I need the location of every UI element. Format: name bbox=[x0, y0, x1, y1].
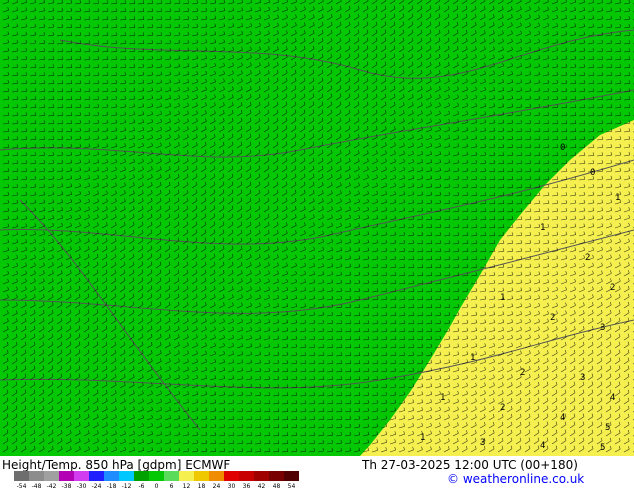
colorbar-tick-label: 42 bbox=[257, 483, 266, 490]
colorbar-tick-label: -24 bbox=[91, 483, 102, 490]
map-footer: Height/Temp. 850 hPa [gdpm] ECMWF Th 27-… bbox=[0, 456, 634, 490]
contour-value-label: 2 bbox=[610, 283, 615, 293]
weather-map: 0 0 1 1 2 2 1 2 3 1 2 3 4 1 2 4 5 1 3 4 5 bbox=[0, 0, 634, 456]
colorbar-tick-label: -6 bbox=[138, 483, 145, 490]
colorbar-tick-label: -42 bbox=[46, 483, 57, 490]
contour-value-label: 1 bbox=[540, 223, 545, 233]
colorbar-segment bbox=[104, 471, 119, 481]
contour-value-label: 2 bbox=[520, 368, 525, 378]
valid-time: Th 27-03-2025 12:00 UTC (00+180) bbox=[362, 458, 578, 472]
colorbar-segment bbox=[254, 471, 269, 481]
contour-value-label: 0 bbox=[590, 168, 595, 178]
contour-value-label: 2 bbox=[585, 253, 590, 263]
colorbar-tick-label: 24 bbox=[212, 483, 221, 490]
contour-value-label: 3 bbox=[480, 438, 485, 448]
contour-value-label: 5 bbox=[605, 423, 610, 433]
colorbar-tick-label: 18 bbox=[197, 483, 206, 490]
colorbar-tick-label: -12 bbox=[121, 483, 132, 490]
colorbar-segment bbox=[149, 471, 164, 481]
colorbar-segment bbox=[89, 471, 104, 481]
contour-value-label: 1 bbox=[615, 193, 620, 203]
colorbar-segment bbox=[14, 471, 29, 481]
colorbar-segment bbox=[194, 471, 209, 481]
colorbar-segment bbox=[44, 471, 59, 481]
colorbar-segment bbox=[134, 471, 149, 481]
colorbar-tick-label: -38 bbox=[61, 483, 72, 490]
colorbar-tick-label: -48 bbox=[31, 483, 42, 490]
colorbar-tick-label: 30 bbox=[227, 483, 236, 490]
contour-value-label: 2 bbox=[500, 403, 505, 413]
colorbar-segment bbox=[224, 471, 239, 481]
colorbar-tick-label: -18 bbox=[106, 483, 117, 490]
contour-value-label: 1 bbox=[440, 393, 445, 403]
colorbar-segment bbox=[209, 471, 224, 481]
colorbar-segment bbox=[119, 471, 134, 481]
contour-value-label: 4 bbox=[540, 441, 545, 451]
colorbar-segment bbox=[29, 471, 44, 481]
colorbar-tick-label: 36 bbox=[242, 483, 251, 490]
temperature-colorbar bbox=[14, 471, 299, 481]
colorbar-segment bbox=[269, 471, 284, 481]
colorbar-tick-label: -54 bbox=[16, 483, 27, 490]
colorbar-segment bbox=[59, 471, 74, 481]
contour-value-label: 5 bbox=[600, 443, 605, 453]
colorbar-tick-label: 54 bbox=[287, 483, 296, 490]
contour-value-label: 1 bbox=[420, 433, 425, 443]
contour-value-label: 3 bbox=[600, 323, 605, 333]
colorbar-tick-label: 12 bbox=[182, 483, 191, 490]
contour-value-label: 1 bbox=[470, 353, 475, 363]
colorbar-segment bbox=[164, 471, 179, 481]
contour-value-label: 4 bbox=[560, 413, 565, 423]
colorbar-tick-label: 0 bbox=[154, 483, 159, 490]
colorbar-tick-label: 6 bbox=[169, 483, 174, 490]
colorbar-tick-label: -30 bbox=[76, 483, 87, 490]
contour-value-label: 4 bbox=[610, 393, 615, 403]
colorbar-segment bbox=[239, 471, 254, 481]
credit-link[interactable]: © weatheronline.co.uk bbox=[447, 472, 584, 486]
colorbar-segment bbox=[179, 471, 194, 481]
contour-value-label: 3 bbox=[580, 373, 585, 383]
colorbar-tick-label: 48 bbox=[272, 483, 281, 490]
colorbar-segment bbox=[74, 471, 89, 481]
map-title: Height/Temp. 850 hPa [gdpm] ECMWF bbox=[2, 458, 231, 472]
colorbar-segment bbox=[284, 471, 299, 481]
contour-value-label: 1 bbox=[500, 293, 505, 303]
contour-value-label: 0 bbox=[560, 143, 565, 153]
contour-value-label: 2 bbox=[550, 313, 555, 323]
